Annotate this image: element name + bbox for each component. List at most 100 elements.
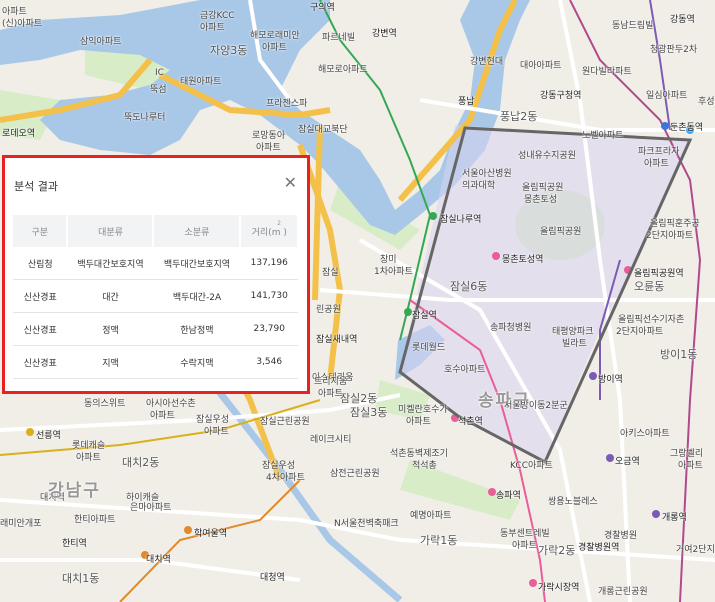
map-label: 경찰병원역 [578, 543, 620, 553]
map-label: 대청역 [260, 573, 285, 583]
map-label: 송파청병원 [490, 323, 532, 333]
map-label: 동남드림빌 [612, 21, 654, 31]
map-label: 강동역 [670, 15, 695, 25]
table-cell: 백두대간보호지역 [67, 247, 154, 280]
map-label: 아파트 [2, 7, 27, 17]
map-label: 오륜동 [634, 280, 665, 293]
table-cell: 지맥 [67, 345, 154, 379]
map-label: 개롱역 [662, 513, 687, 523]
map-label: 아파트 [76, 453, 101, 463]
map-label: 잠실6동 [450, 280, 488, 293]
map-label: 노벨아파트 [582, 131, 624, 141]
map-label: 잠실3동 [350, 406, 388, 419]
map-label: 송파역 [496, 491, 521, 501]
table-row[interactable]: 산림청 백두대간보호지역 백두대간보호지역 137,196 [13, 247, 298, 280]
map-label: 한티아파트 [74, 515, 116, 525]
map-label: 해모로아파트 [318, 65, 368, 75]
table-cell: 백두대간-2A [153, 279, 241, 313]
map-label: 4차아파트 [266, 473, 305, 483]
map-label: 석촌역 [458, 417, 483, 427]
analysis-result-panel: 분석 결과 ✕ 구분 대분류 소분류 거리(m ) 2 산림청 백두대간보호지역 … [2, 155, 310, 394]
map-label: 청광판두2차 [650, 45, 698, 55]
map-label: 아파트 [204, 427, 229, 437]
column-header-distance: 거리(m ) 2 [240, 215, 299, 247]
map-label: 대치2동 [122, 456, 160, 469]
map-label: 풍납 [458, 97, 475, 107]
map-label: 몽촌토성 [524, 195, 558, 205]
map-label: 로데오역 [2, 129, 36, 139]
map-label: 은마아파트 [130, 503, 172, 513]
map-label: 빌라트 [562, 339, 587, 349]
map-label: 오금역 [615, 457, 640, 467]
table-header-row: 구분 대분류 소분류 거리(m ) 2 [13, 215, 299, 247]
map-label: 잠실역 [412, 311, 437, 321]
map-label: 한티역 [62, 539, 87, 549]
map-label: 강동구청역 [540, 91, 582, 101]
map-label: 태원아파트 [180, 77, 222, 87]
map-label: 강변현대 [470, 57, 504, 67]
map-label: 쌍용노블레스 [548, 497, 598, 507]
map-label: 의과대학 [462, 181, 496, 191]
map-label: 아파트 [678, 461, 703, 471]
table-cell: 137,196 [240, 247, 298, 280]
table-cell: 백두대간보호지역 [153, 247, 241, 280]
table-row[interactable]: 신산경표 지맥 수락지맥 3,546 [13, 345, 298, 379]
table-cell: 산림청 [13, 247, 68, 280]
map-label: 학여울역 [194, 529, 228, 539]
table-cell: 정맥 [67, 312, 154, 346]
map-label: 레이크시티 [310, 435, 352, 445]
map-label: 프라젠스파 [266, 99, 308, 109]
map-label: 아파트 [512, 541, 537, 551]
map-label: 대치역 [146, 555, 171, 565]
map-label: 삼익아파트 [80, 37, 122, 47]
map-label: 잠실 [322, 268, 339, 278]
map-label: 강변역 [372, 29, 397, 39]
map-label: 거여2단지 [676, 545, 715, 555]
table-cell: 신산경표 [13, 345, 68, 379]
map-label: 일심아파트 [646, 91, 688, 101]
map-label: 후성 [698, 97, 715, 107]
table-cell: 3,546 [240, 345, 298, 379]
table-cell: 23,790 [240, 312, 298, 346]
map-label: 2단지아파트 [646, 231, 694, 241]
table-cell: 한남정맥 [153, 312, 241, 346]
column-header: 구분 [13, 215, 69, 247]
result-table: 구분 대분류 소분류 거리(m ) 2 산림청 백두대간보호지역 백두대간보호지역… [13, 215, 299, 379]
map-label: 아파트 [406, 417, 431, 427]
map-label: 1차아파트 [374, 267, 413, 277]
map-label: 서울방이동2분군 [504, 401, 568, 411]
map-label: 뚝도나루터 [124, 113, 166, 123]
map-label: 풍납2동 [500, 110, 538, 123]
map-label: 가락시장역 [538, 583, 580, 593]
map-label: 아파트 [150, 411, 175, 421]
map-label: 개롱근린공원 [598, 587, 648, 597]
map-label: 자양3동 [210, 44, 248, 57]
close-icon[interactable]: ✕ [284, 173, 297, 192]
map-label: N서울천벽축패크 [334, 519, 399, 529]
column-header: 거리(m ) [251, 227, 287, 238]
map-label: 예명아파트 [410, 511, 452, 521]
map-label: 아파트 [256, 143, 281, 153]
table-row[interactable]: 신산경표 정맥 한남정맥 23,790 [13, 312, 298, 346]
map-label: IC [155, 68, 164, 78]
map-label: KCC아파트 [510, 461, 553, 471]
table-cell: 141,730 [240, 279, 298, 313]
table-row[interactable]: 신산경표 대간 백두대간-2A 141,730 [13, 279, 298, 313]
map-label: 삼전근린공원 [330, 469, 380, 479]
map-label: 아파트 [262, 43, 287, 53]
map-label: 린공원 [316, 305, 341, 315]
map-label: 아파트 [200, 23, 225, 33]
map-label: 잠실나루역 [440, 215, 482, 225]
map-label: 원다빌라파트 [582, 67, 632, 77]
map-label: 경찰병원 [604, 531, 638, 541]
map-label: 강남구 [48, 481, 101, 501]
table-cell: 수락지맥 [153, 345, 241, 379]
map-label: 롯데월드 [412, 343, 446, 353]
table-cell: 신산경표 [13, 312, 68, 346]
map-label: 아파트 [318, 389, 343, 399]
map-label: 올림픽공원 [540, 227, 582, 237]
map-label: 가락2동 [538, 544, 576, 557]
map-label: 몽촌토성역 [502, 255, 544, 265]
map-label: 선릉역 [36, 431, 61, 441]
map-label: 아파트 [644, 159, 669, 169]
